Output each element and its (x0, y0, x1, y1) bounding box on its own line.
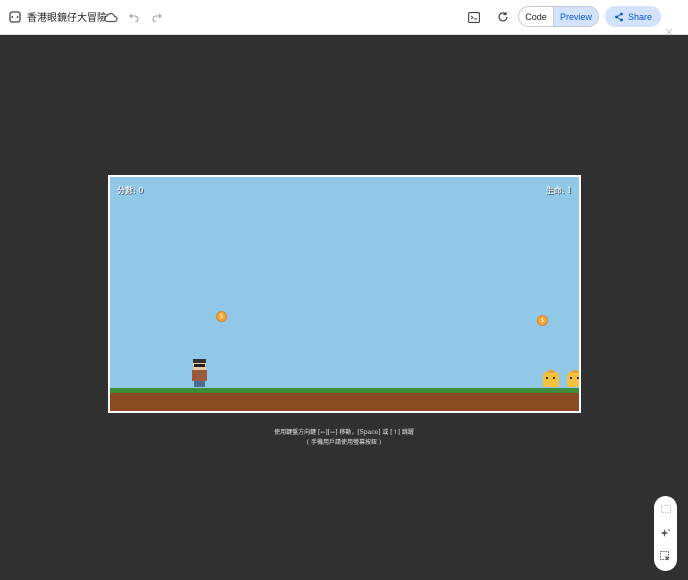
coin: $ (216, 311, 227, 322)
floating-toolbar (654, 496, 677, 571)
controls-instructions: 使用鍵盤方向鍵 [←][→] 移動，[Space] 或 [↑] 跳躍 (274, 429, 414, 436)
player-character (192, 359, 207, 387)
cloud-icon[interactable] (103, 10, 118, 24)
ground-dirt (110, 393, 579, 411)
top-bar: 香港眼鏡仔大冒險 Code Preview Share (0, 0, 688, 35)
sparkle-icon[interactable] (659, 527, 672, 540)
close-icon[interactable]: ✕ (663, 27, 675, 39)
share-label: Share (627, 11, 653, 22)
view-toggle: Code Preview (518, 6, 599, 27)
share-icon (615, 12, 623, 21)
refresh-icon[interactable] (496, 10, 509, 24)
console-icon[interactable] (467, 10, 481, 24)
redo-icon[interactable] (151, 10, 163, 24)
code-tab-button[interactable]: Code (519, 7, 555, 26)
enemy-character (543, 370, 559, 387)
share-button[interactable]: Share (605, 6, 661, 27)
score-display: 分數: 0 (117, 186, 144, 195)
enemy-character (567, 370, 579, 387)
preview-tab-button[interactable]: Preview (554, 7, 598, 26)
grid-icon[interactable] (659, 502, 672, 515)
life-display: 生命: 1 (545, 186, 572, 195)
app-title: 香港眼鏡仔大冒險 (27, 13, 107, 24)
undo-icon[interactable] (128, 10, 140, 24)
select-icon[interactable] (659, 550, 672, 563)
mobile-instructions: ( 手機用戶請使用螢幕按鈕 ) (306, 439, 382, 446)
game-canvas[interactable]: 分數: 0 生命: 1 $ $ (108, 175, 581, 413)
app-icon (8, 10, 22, 24)
coin: $ (537, 315, 548, 326)
